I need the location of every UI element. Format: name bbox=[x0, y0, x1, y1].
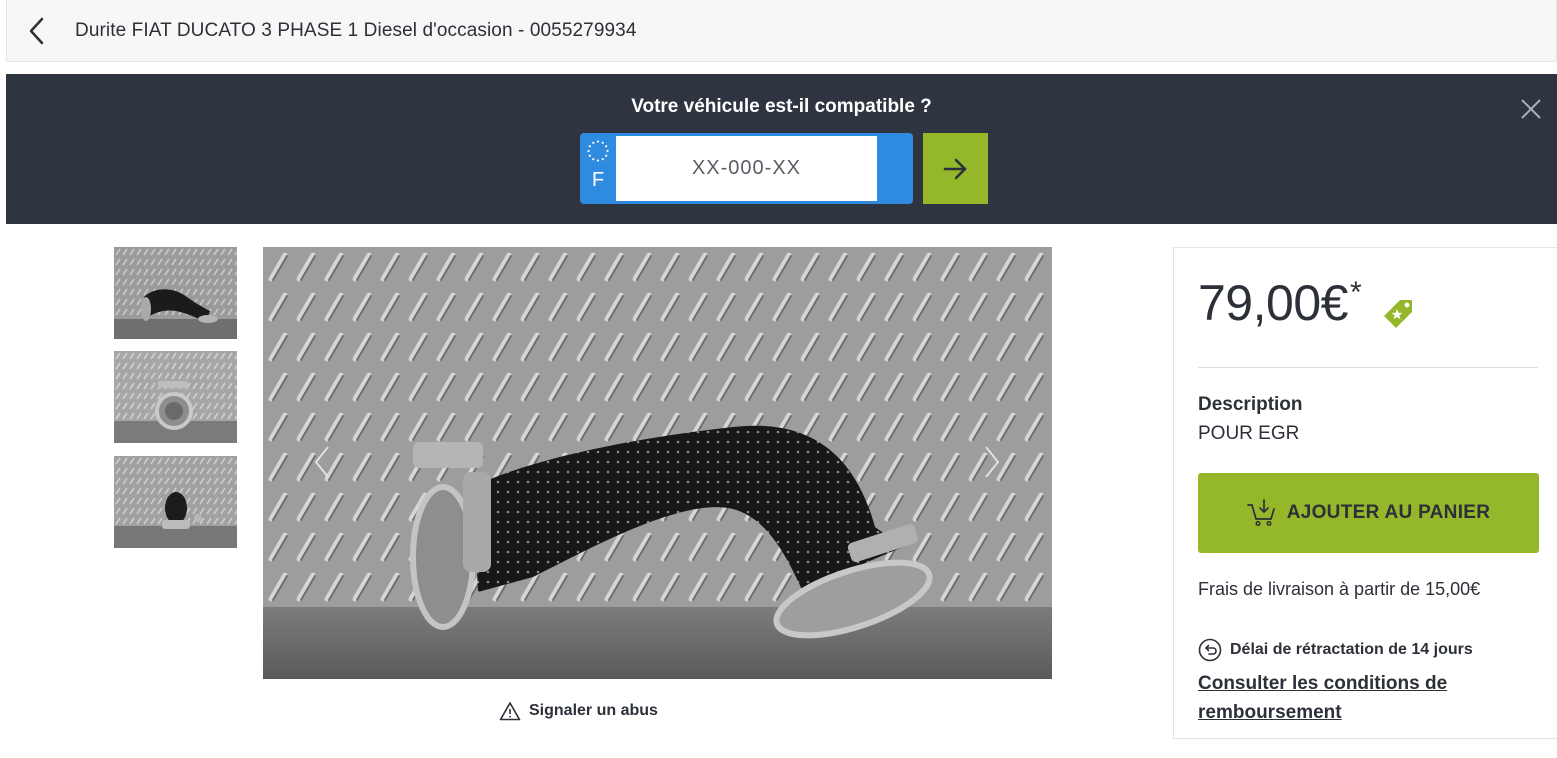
cart-add-icon bbox=[1246, 499, 1275, 527]
report-abuse-link[interactable]: Signaler un abus bbox=[499, 701, 658, 721]
license-plate-input[interactable] bbox=[616, 136, 877, 201]
chevron-right-icon bbox=[985, 446, 1000, 478]
page-header: Durite FIAT DUCATO 3 PHASE 1 Diesel d'oc… bbox=[6, 0, 1557, 62]
license-plate-field: F bbox=[580, 133, 913, 204]
star-tag-icon bbox=[1383, 300, 1412, 328]
page-title: Durite FIAT DUCATO 3 PHASE 1 Diesel d'oc… bbox=[75, 19, 637, 41]
description-label: Description bbox=[1198, 394, 1303, 415]
retraction-label: Délai de rétractation de 14 jours bbox=[1230, 641, 1473, 658]
price-row: 79,00€ * bbox=[1198, 278, 1416, 332]
thumbnail-2[interactable] bbox=[114, 351, 237, 443]
thumbnail-1[interactable] bbox=[114, 247, 237, 339]
price-asterisk: * bbox=[1349, 276, 1362, 309]
compatibility-banner: Votre véhicule est-il compatible ? F bbox=[6, 74, 1557, 224]
back-button[interactable] bbox=[7, 1, 67, 61]
description-value: POUR EGR bbox=[1198, 423, 1300, 444]
report-abuse-label: Signaler un abus bbox=[529, 702, 658, 719]
shipping-info: Frais de livraison à partir de 15,00€ bbox=[1198, 579, 1481, 599]
product-thumbnail-front-view bbox=[114, 351, 237, 443]
refund-conditions-link[interactable]: Consulter les conditions de remboursemen… bbox=[1198, 669, 1498, 727]
product-thumbnail-end-view bbox=[114, 456, 237, 548]
eu-stars-icon bbox=[587, 140, 609, 162]
thumbnail-3[interactable] bbox=[114, 456, 237, 548]
eu-plate-badge: F bbox=[580, 133, 616, 204]
compatibility-title: Votre véhicule est-il compatible ? bbox=[631, 96, 932, 117]
plate-country-code: F bbox=[591, 169, 605, 191]
add-to-cart-label: AJOUTER AU PANIER bbox=[1286, 502, 1491, 523]
chevron-left-icon bbox=[29, 17, 44, 44]
warning-icon bbox=[499, 702, 521, 721]
add-to-cart-button[interactable]: AJOUTER AU PANIER bbox=[1198, 473, 1539, 553]
retraction-info: Délai de rétractation de 14 jours bbox=[1198, 638, 1473, 662]
product-price: 79,00€ bbox=[1198, 275, 1348, 331]
price-divider bbox=[1198, 367, 1538, 368]
check-compatibility-button[interactable] bbox=[923, 133, 988, 204]
chevron-left-icon bbox=[314, 446, 329, 478]
product-thumbnail-side-view bbox=[114, 247, 237, 339]
arrow-right-icon bbox=[943, 158, 966, 179]
previous-image-button[interactable] bbox=[307, 442, 337, 482]
purchase-panel: 79,00€ * Description POUR EGR AJOUTER AU… bbox=[1173, 247, 1557, 739]
main-product-image bbox=[263, 247, 1052, 679]
next-image-button[interactable] bbox=[977, 442, 1007, 482]
close-icon bbox=[1521, 99, 1541, 119]
return-arrow-icon bbox=[1198, 638, 1222, 662]
product-photo-egr-hose bbox=[263, 247, 1052, 679]
close-banner-button[interactable] bbox=[1516, 94, 1546, 124]
